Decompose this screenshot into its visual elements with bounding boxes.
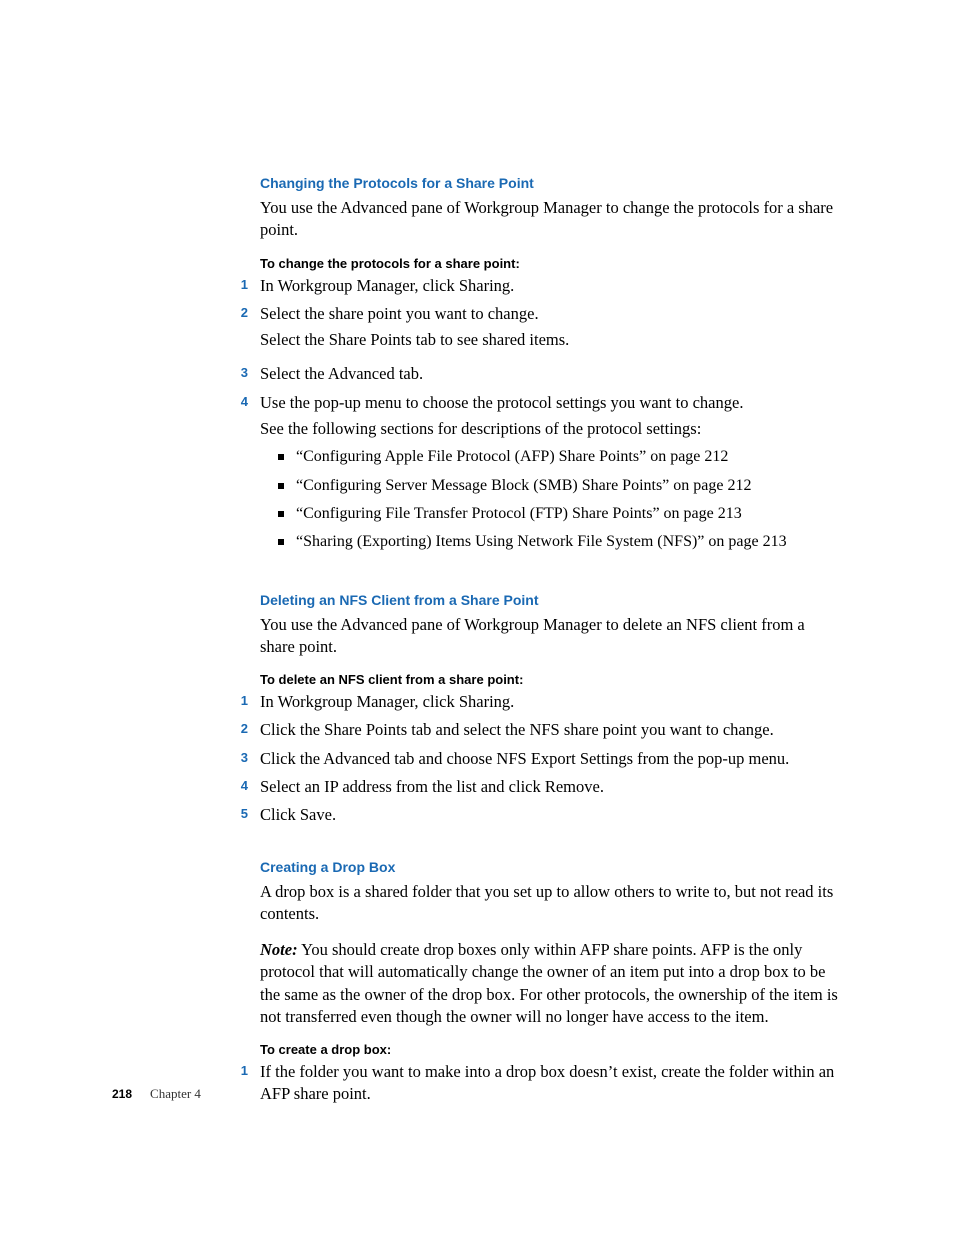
intro-paragraph: A drop box is a shared folder that you s… <box>260 881 840 926</box>
square-bullet-icon <box>278 511 284 517</box>
step-text: If the folder you want to make into a dr… <box>260 1061 840 1106</box>
step-number: 2 <box>236 305 260 320</box>
list-item: 5Click Save. <box>260 804 840 826</box>
section-heading-drop-box: Creating a Drop Box <box>260 859 840 875</box>
list-item: 1 If the folder you want to make into a … <box>260 1061 840 1106</box>
note-label: Note: <box>260 940 298 959</box>
numbered-list: 1 In Workgroup Manager, click Sharing. 2… <box>260 275 840 560</box>
section-heading-deleting-nfs: Deleting an NFS Client from a Share Poin… <box>260 592 840 608</box>
step-number: 4 <box>236 778 260 793</box>
step-text: Select an IP address from the list and c… <box>260 776 604 798</box>
square-bullet-icon <box>278 483 284 489</box>
list-item: 1In Workgroup Manager, click Sharing. <box>260 691 840 713</box>
square-bullet-icon <box>278 539 284 545</box>
note-body: You should create drop boxes only within… <box>260 940 838 1026</box>
procedure-heading: To delete an NFS client from a share poi… <box>260 672 840 687</box>
step-text: Select the Advanced tab. <box>260 363 423 385</box>
bullet-text: “Configuring Server Message Block (SMB) … <box>296 475 751 497</box>
note-paragraph: Note: You should create drop boxes only … <box>260 939 840 1028</box>
bullet-item: “Configuring Apple File Protocol (AFP) S… <box>260 446 787 468</box>
list-item: 4 Use the pop-up menu to choose the prot… <box>260 392 840 560</box>
bullet-text: “Configuring Apple File Protocol (AFP) S… <box>296 446 728 468</box>
step-text: In Workgroup Manager, click Sharing. <box>260 691 514 713</box>
list-item: 2 Select the share point you want to cha… <box>260 303 840 358</box>
intro-paragraph: You use the Advanced pane of Workgroup M… <box>260 197 840 242</box>
step-number: 5 <box>236 806 260 821</box>
list-item: 1 In Workgroup Manager, click Sharing. <box>260 275 840 297</box>
step-number: 3 <box>236 750 260 765</box>
bullet-text: “Configuring File Transfer Protocol (FTP… <box>296 503 742 525</box>
bullet-item: “Configuring Server Message Block (SMB) … <box>260 475 787 497</box>
step-number: 4 <box>236 394 260 409</box>
step-text: Click the Advanced tab and choose NFS Ex… <box>260 748 789 770</box>
bullet-text: “Sharing (Exporting) Items Using Network… <box>296 531 787 553</box>
bullet-item: “Sharing (Exporting) Items Using Network… <box>260 531 787 553</box>
step-number: 1 <box>236 277 260 292</box>
bullet-item: “Configuring File Transfer Protocol (FTP… <box>260 503 787 525</box>
step-number: 3 <box>236 365 260 380</box>
step-number: 2 <box>236 721 260 736</box>
step-number: 1 <box>236 693 260 708</box>
procedure-heading: To create a drop box: <box>260 1042 840 1057</box>
numbered-list: 1 If the folder you want to make into a … <box>260 1061 840 1106</box>
square-bullet-icon <box>278 454 284 460</box>
step-sub-text: Select the Share Points tab to see share… <box>260 329 569 351</box>
step-text: Use the pop-up menu to choose the protoc… <box>260 392 787 560</box>
step-text: Select the share point you want to chang… <box>260 303 569 358</box>
numbered-list: 1In Workgroup Manager, click Sharing. 2C… <box>260 691 840 826</box>
section-heading-changing-protocols: Changing the Protocols for a Share Point <box>260 175 840 191</box>
chapter-label: Chapter 4 <box>150 1086 201 1101</box>
page-number: 218 <box>112 1087 132 1101</box>
page-content: Changing the Protocols for a Share Point… <box>260 175 840 1120</box>
procedure-heading: To change the protocols for a share poin… <box>260 256 840 271</box>
step-text: Click Save. <box>260 804 336 826</box>
list-item: 3 Select the Advanced tab. <box>260 363 840 385</box>
step-text: Click the Share Points tab and select th… <box>260 719 774 741</box>
list-item: 2Click the Share Points tab and select t… <box>260 719 840 741</box>
page-footer: 218 Chapter 4 <box>112 1086 201 1102</box>
step-number: 1 <box>236 1063 260 1078</box>
intro-paragraph: You use the Advanced pane of Workgroup M… <box>260 614 840 659</box>
bullet-list: “Configuring Apple File Protocol (AFP) S… <box>260 446 787 554</box>
step-sub-text: See the following sections for descripti… <box>260 418 787 440</box>
list-item: 3Click the Advanced tab and choose NFS E… <box>260 748 840 770</box>
step-text: In Workgroup Manager, click Sharing. <box>260 275 514 297</box>
list-item: 4Select an IP address from the list and … <box>260 776 840 798</box>
